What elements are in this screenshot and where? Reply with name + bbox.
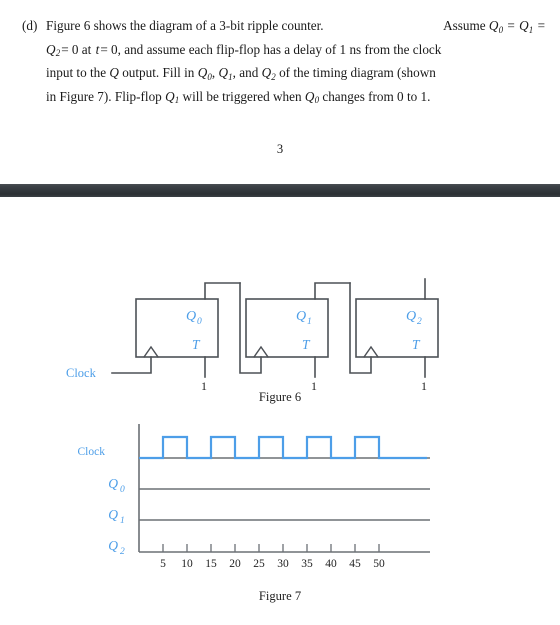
flipflop-2-q-label: Q (406, 309, 416, 324)
question-line-2: Q2= 0 at t= 0, and assume each flip-flop… (46, 41, 442, 59)
flipflop-2-clock-triangle (363, 345, 379, 358)
flipflop-1-q-subscript: 1 (307, 317, 312, 327)
tick-label-50: 50 (373, 558, 385, 570)
flipflop-2-box (355, 298, 439, 358)
flipflop-1-q-label: Q (296, 309, 306, 324)
tick-label-30: 30 (277, 558, 289, 570)
flipflop-1-t-label: T (302, 337, 311, 352)
svg-text:Q: Q (108, 507, 118, 522)
tick-label-35: 35 (301, 558, 313, 570)
svg-text:Q: Q (108, 538, 118, 553)
question-line-4: in Figure 7). Flip-flop Q1 will be trigg… (46, 88, 431, 106)
q1-to-ff2-clock-wire (349, 282, 372, 374)
tick-label-15: 15 (205, 558, 217, 570)
time-axis-ticks (162, 544, 380, 552)
flipflop-0-q-label: Q (186, 309, 196, 324)
q1-symbol: Q (519, 18, 529, 33)
figure-7-timing-diagram: 5 10 15 20 25 30 35 40 45 50 Clock Q 0 Q (0, 412, 560, 587)
clock-wire-to-ff0 (111, 356, 152, 374)
q2-symbol: Q (46, 41, 56, 57)
flipflop-1-box (245, 298, 329, 358)
figure-6-clock-label: Clock (66, 366, 97, 380)
q-symbol: Q (109, 65, 119, 80)
figure-7-caption: Figure 7 (258, 589, 302, 603)
tick-label-20: 20 (229, 558, 241, 570)
tick-label-5: 5 (160, 558, 166, 570)
tick-label-40: 40 (325, 558, 337, 570)
tick-label-10: 10 (181, 558, 193, 570)
svg-text:0: 0 (120, 485, 125, 495)
question-line-1-part-a: Figure 6 shows the diagram of a 3-bit ri… (46, 18, 324, 33)
flipflop-0-clock-triangle (143, 345, 159, 358)
flipflop-0-t-label: T (192, 337, 201, 352)
timing-row-label-q1: Q 1 (108, 507, 125, 526)
timing-row-label-clock: Clock (78, 446, 106, 458)
svg-text:2: 2 (120, 547, 125, 557)
question-line-1-part-b: Assume Q0 = Q1 = (443, 18, 545, 35)
tick-label-25: 25 (253, 558, 265, 570)
clock-waveform (139, 435, 427, 460)
q0-feedback-wire (205, 283, 240, 373)
timing-row-label-q0: Q 0 (108, 476, 125, 495)
section-separator-bar (0, 184, 560, 197)
q0-symbol: Q (488, 18, 499, 33)
question-marker: (d) (22, 18, 38, 33)
question-text: Figure 6 shows the diagram of a 3-bit ri… (46, 16, 546, 110)
flipflop-2-t-label: T (412, 337, 421, 352)
flipflop-0-q-subscript: 0 (197, 317, 202, 327)
question-block: (d) Figure 6 shows the diagram of a 3-bi… (0, 0, 560, 110)
figure-6-container: Clock Q 0 T 1 Q 1 T 1 Q 2 T 1 Figure 6 (0, 197, 560, 412)
question-line-3: input to the Q output. Fill in Q0, Q1, a… (46, 65, 436, 82)
flipflop-1-clock-triangle (253, 345, 269, 358)
question-line-1: Figure 6 shows the diagram of a 3-bit ri… (46, 16, 546, 40)
q1-output-wire (314, 282, 351, 300)
page-number: 3 (276, 142, 284, 156)
q0-to-ff1-clock-wire (239, 282, 262, 374)
flipflop-0-box (135, 298, 219, 358)
figure-6-caption: Figure 6 (258, 390, 302, 404)
svg-text:Q: Q (108, 476, 118, 491)
question-row: (d) Figure 6 shows the diagram of a 3-bi… (0, 16, 560, 110)
svg-text:1: 1 (120, 516, 125, 526)
figure-7-container: 5 10 15 20 25 30 35 40 45 50 Clock Q 0 Q (0, 412, 560, 625)
figure-6-diagram: Clock Q 0 T 1 Q 1 T 1 Q 2 T 1 (0, 197, 560, 397)
q0-output-wire (204, 282, 241, 300)
flipflop-2-q-subscript: 2 (417, 317, 422, 327)
tick-label-45: 45 (349, 558, 361, 570)
timing-row-label-q2: Q 2 (108, 538, 125, 557)
